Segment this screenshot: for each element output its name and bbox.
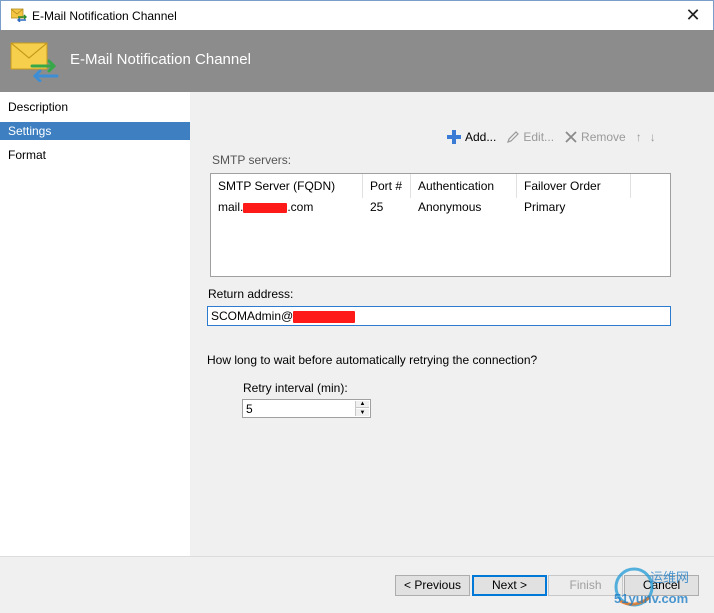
edit-button[interactable]: Edit... <box>506 130 554 144</box>
wizard-nav: Description Settings Format <box>0 92 190 556</box>
smtp-servers-label: SMTP servers: <box>212 153 292 167</box>
watermark-text-top: 运维网 <box>650 570 690 585</box>
app-envelope-icon <box>11 8 27 22</box>
cell-failover: Primary <box>524 200 566 214</box>
column-header-authentication[interactable]: Authentication <box>411 174 517 198</box>
column-header-failover[interactable]: Failover Order <box>517 174 631 198</box>
return-address-input[interactable]: SCOMAdmin@ <box>207 306 671 326</box>
next-button[interactable]: Next > <box>472 575 547 596</box>
stepper-up-icon[interactable]: ▲ <box>356 401 369 408</box>
stepper-down-icon[interactable]: ▼ <box>356 409 369 416</box>
nav-item-format[interactable]: Format <box>0 146 190 164</box>
previous-button[interactable]: < Previous <box>395 575 470 596</box>
retry-interval-label: Retry interval (min): <box>243 381 348 395</box>
return-address-value: SCOMAdmin@ <box>211 309 294 323</box>
pencil-icon <box>507 131 520 143</box>
cell-server: mail. .com <box>211 198 313 216</box>
banner-heading: E-Mail Notification Channel <box>70 51 251 68</box>
column-header-port[interactable]: Port # <box>363 174 411 198</box>
retry-interval-value: 5 <box>246 402 253 416</box>
remove-button[interactable]: Remove <box>564 130 626 144</box>
return-address-label: Return address: <box>208 287 294 301</box>
cell-port: 25 <box>370 200 384 214</box>
move-down-icon[interactable]: ↓ <box>650 130 656 144</box>
add-label: Add... <box>465 130 497 144</box>
nav-item-settings[interactable]: Settings <box>0 122 190 140</box>
redaction-mark <box>243 202 288 213</box>
nav-item-label: Format <box>8 148 47 162</box>
server-prefix: mail. <box>218 200 244 214</box>
remove-label: Remove <box>581 130 626 144</box>
add-button[interactable]: Add... <box>446 129 496 145</box>
x-icon <box>565 131 577 143</box>
nav-item-description[interactable]: Description <box>0 98 190 116</box>
move-up-icon[interactable]: ↑ <box>636 130 642 144</box>
column-header-server[interactable]: SMTP Server (FQDN) <box>211 174 363 198</box>
close-icon[interactable]: ✕ <box>683 5 703 25</box>
edit-label: Edit... <box>523 130 555 144</box>
nav-item-label: Description <box>8 100 69 114</box>
retry-interval-stepper[interactable]: 5 ▲ ▼ <box>242 399 371 418</box>
retry-question: How long to wait before automatically re… <box>207 353 538 367</box>
settings-panel: Add... Edit... Remove ↑ ↓ SMTP servers: … <box>190 92 714 556</box>
table-row[interactable]: mail. .com 25 Anonymous Primary <box>211 198 631 216</box>
list-header: SMTP Server (FQDN) Port # Authentication… <box>211 174 631 198</box>
wizard-footer: < Previous Next > Finish Cancel 运维网 51yu… <box>0 556 714 613</box>
smtp-toolbar: Add... Edit... Remove ↑ ↓ <box>446 127 664 147</box>
smtp-server-list[interactable]: SMTP Server (FQDN) Port # Authentication… <box>210 173 671 277</box>
plus-icon <box>447 130 461 144</box>
stepper-buttons: ▲ ▼ <box>355 401 369 416</box>
watermark-text-bottom: 51yunv.com <box>614 591 689 606</box>
cell-auth: Anonymous <box>418 200 482 214</box>
nav-item-label: Settings <box>8 124 52 138</box>
server-suffix: .com <box>287 200 314 214</box>
title-bar: E-Mail Notification Channel ✕ <box>0 0 714 30</box>
envelope-arrows-icon <box>10 42 59 82</box>
wizard-banner: E-Mail Notification Channel <box>0 30 714 92</box>
window-title: E-Mail Notification Channel <box>32 9 177 23</box>
redaction-mark <box>293 310 356 323</box>
